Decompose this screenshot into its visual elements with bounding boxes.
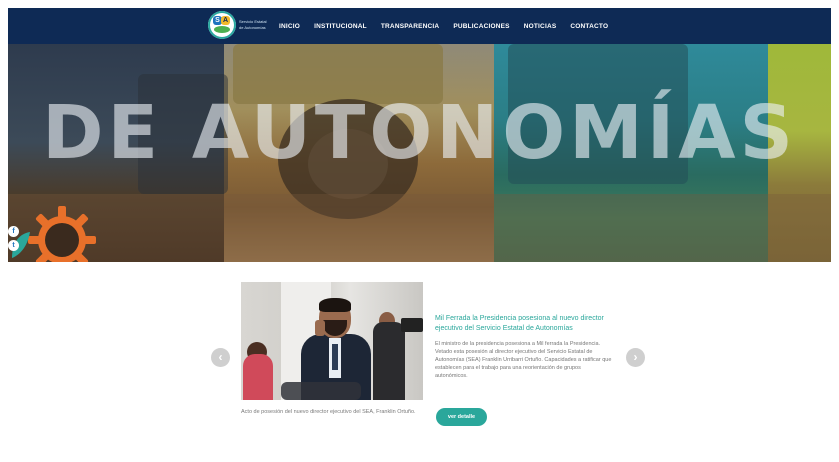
news-headline[interactable]: Mil Ferrada la Presidencia posesiona al … — [435, 314, 625, 334]
photo-caption: Acto de posesión del nuevo director ejec… — [241, 409, 416, 415]
twitter-icon[interactable]: t — [8, 240, 19, 251]
top-navigation-bar: S A Servicio Estatal de Autonomías INICI… — [8, 8, 831, 44]
logo-text: Servicio Estatal de Autonomías — [239, 19, 267, 31]
menu-item-publicaciones[interactable]: PUBLICACIONES — [453, 23, 509, 30]
news-photo[interactable] — [241, 282, 423, 400]
menu-item-institucional[interactable]: INSTITUCIONAL — [314, 23, 367, 30]
logo-emblem-icon: S A — [208, 11, 236, 39]
hero-ground — [8, 194, 831, 262]
main-menu: INICIO INSTITUCIONAL TRANSPARENCIA PUBLI… — [279, 8, 608, 44]
news-slider: ‹ Acto de posesión del nuevo director ej… — [8, 262, 831, 462]
facebook-icon[interactable]: f — [8, 226, 19, 237]
menu-item-transparencia[interactable]: TRANSPARENCIA — [381, 23, 439, 30]
menu-item-noticias[interactable]: NOTICIAS — [524, 23, 557, 30]
slider-next-button[interactable]: › — [626, 348, 645, 367]
hero-banner: DE AUTONOMÍAS f t — [8, 44, 831, 262]
menu-item-inicio[interactable]: INICIO — [279, 23, 300, 30]
gear-icon — [28, 206, 96, 262]
slider-prev-button[interactable]: ‹ — [211, 348, 230, 367]
social-links: f t — [8, 226, 19, 251]
logo-line: de Autonomías — [239, 25, 266, 30]
menu-item-contacto[interactable]: CONTACTO — [570, 23, 608, 30]
page-frame: S A Servicio Estatal de Autonomías INICI… — [8, 8, 831, 462]
hero-title: DE AUTONOMÍAS — [42, 90, 797, 176]
site-logo[interactable]: S A Servicio Estatal de Autonomías — [208, 11, 267, 39]
ver-detalle-button[interactable]: ver detalle — [436, 408, 487, 426]
news-excerpt: El ministro de la presidencia posesiona … — [435, 341, 612, 379]
